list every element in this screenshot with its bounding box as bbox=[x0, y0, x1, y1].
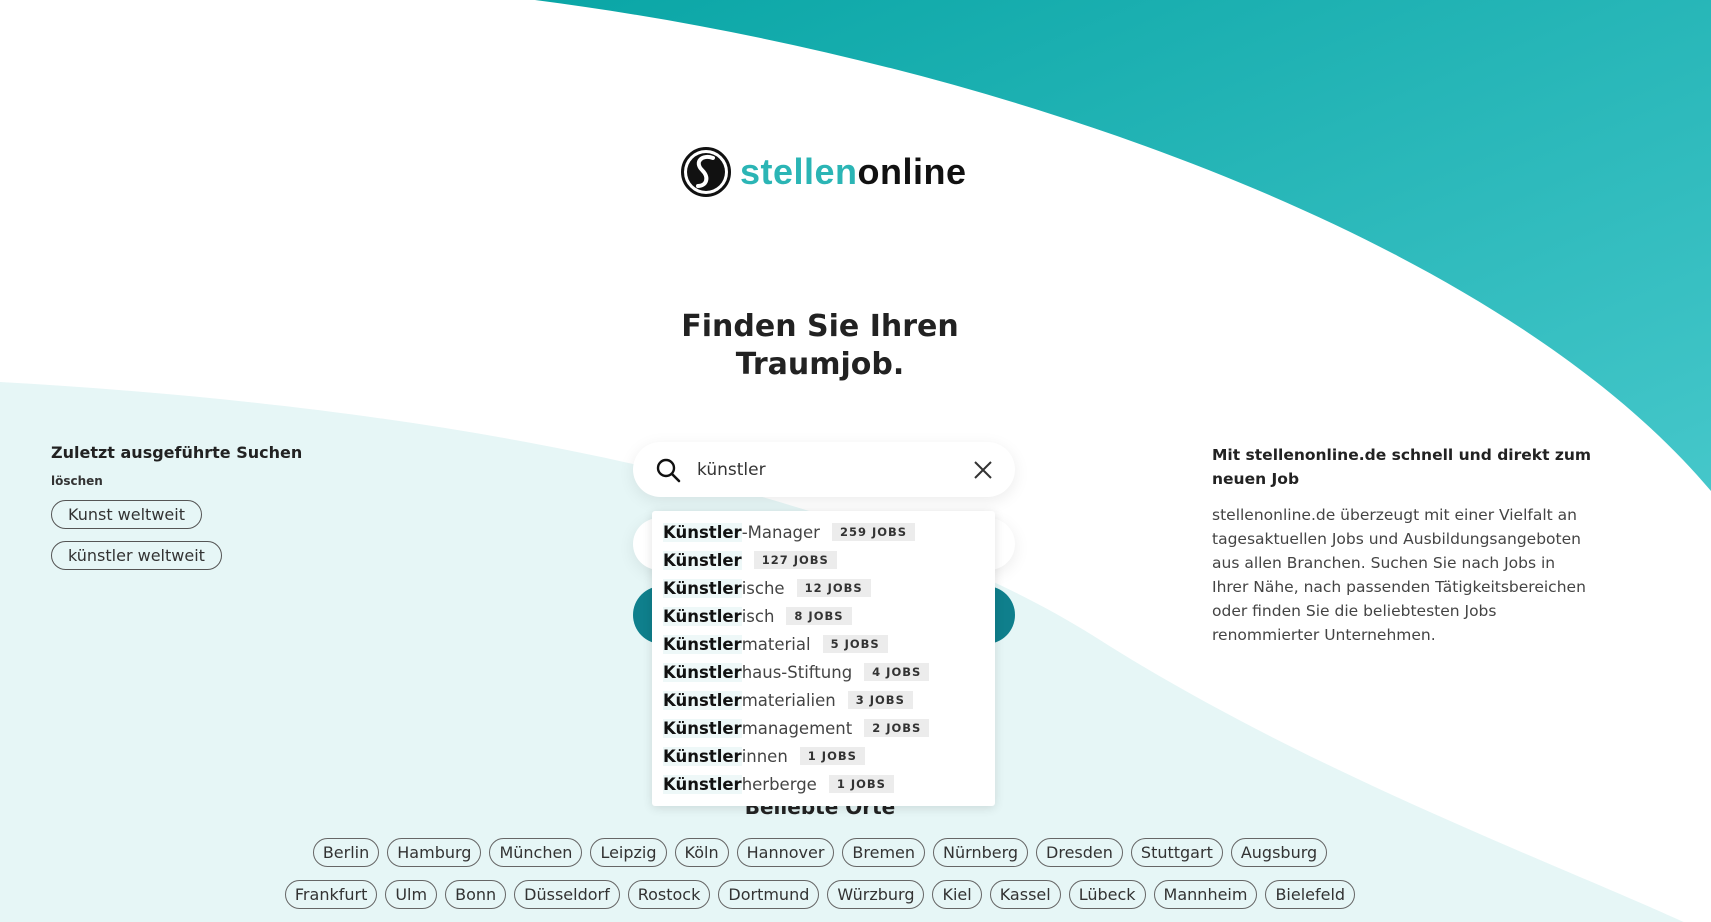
place-pill[interactable]: Kassel bbox=[989, 880, 1061, 909]
place-pill[interactable]: Bonn bbox=[445, 880, 507, 909]
suggestion-rest: haus-Stiftung bbox=[741, 662, 853, 682]
suggestion-item[interactable]: Künstler ische 12 JOBS bbox=[652, 574, 995, 602]
suggestion-item[interactable]: Künstler 127 JOBS bbox=[652, 546, 995, 574]
suggestion-item[interactable]: Künstler material 5 JOBS bbox=[652, 630, 995, 658]
job-count-badge: 5 JOBS bbox=[822, 635, 888, 653]
suggestion-match: Künstler bbox=[663, 690, 742, 710]
places-row: Berlin Hamburg München Leipzig Köln Hannover B… bbox=[0, 838, 1640, 867]
suggestion-match: Künstler bbox=[663, 606, 742, 626]
search-icon[interactable] bbox=[655, 457, 681, 483]
recent-searches-title: Zuletzt ausgeführte Suchen bbox=[51, 443, 303, 462]
place-pill[interactable]: Ulm bbox=[385, 880, 438, 909]
logo-text: stellenonline bbox=[740, 151, 967, 193]
place-pill[interactable]: Stuttgart bbox=[1130, 838, 1223, 867]
logo-text-part2: online bbox=[857, 151, 967, 192]
suggestion-rest: ische bbox=[741, 578, 785, 598]
suggestion-match: Künstler bbox=[663, 662, 742, 682]
place-pill[interactable]: Köln bbox=[674, 838, 729, 867]
place-pill[interactable]: Dortmund bbox=[718, 880, 820, 909]
place-pill[interactable]: Bremen bbox=[842, 838, 926, 867]
suggestion-match: Künstler bbox=[663, 578, 742, 598]
info-text: stellenonline.de überzeugt mit einer Vie… bbox=[1212, 506, 1586, 644]
suggestion-item[interactable]: Künstler haus-Stiftung 4 JOBS bbox=[652, 658, 995, 686]
recent-search-item[interactable]: künstler weltweit bbox=[51, 541, 222, 570]
close-icon[interactable] bbox=[973, 460, 993, 480]
job-count-badge: 1 JOBS bbox=[828, 775, 894, 793]
place-pill[interactable]: Kiel bbox=[932, 880, 982, 909]
page-title-line1: Finden Sie Ihren bbox=[681, 309, 959, 344]
logo-text-part1: stellen bbox=[740, 151, 858, 192]
job-count-badge: 259 JOBS bbox=[831, 523, 916, 541]
job-count-badge: 8 JOBS bbox=[786, 607, 852, 625]
place-pill[interactable]: Lübeck bbox=[1068, 880, 1146, 909]
suggestion-match: Künstler bbox=[663, 774, 742, 794]
job-count-badge: 4 JOBS bbox=[864, 663, 930, 681]
suggestion-rest: management bbox=[741, 718, 853, 738]
suggestions-dropdown: Künstler -Manager 259 JOBS Künstler 127 JOBS… bbox=[652, 511, 995, 806]
info-panel: Mit stellenonline.de schnell und direkt … bbox=[1212, 443, 1592, 647]
suggestion-item[interactable]: Künstler -Manager 259 JOBS bbox=[652, 518, 995, 546]
job-count-badge: 2 JOBS bbox=[864, 719, 930, 737]
places-row: Frankfurt Ulm Bonn Düsseldorf Rostock Dortmun… bbox=[0, 880, 1640, 909]
suggestion-item[interactable]: Künstler management 2 JOBS bbox=[652, 714, 995, 742]
job-count-badge: 12 JOBS bbox=[796, 579, 871, 597]
page-title: Finden Sie Ihren Traumjob. bbox=[560, 308, 1080, 384]
suggestion-item[interactable]: Künstler isch 8 JOBS bbox=[652, 602, 995, 630]
suggestion-rest: materialien bbox=[741, 690, 836, 710]
suggestion-match: Künstler bbox=[663, 550, 742, 570]
suggestion-rest: -Manager bbox=[741, 522, 820, 542]
clear-recent-link[interactable]: löschen bbox=[51, 474, 302, 488]
logo[interactable]: stellenonline bbox=[680, 145, 967, 199]
search-input[interactable] bbox=[695, 458, 959, 481]
search-bar bbox=[633, 442, 1015, 497]
suggestion-rest: innen bbox=[741, 746, 788, 766]
suggestion-rest: isch bbox=[741, 606, 775, 626]
place-pill[interactable]: Frankfurt bbox=[284, 880, 378, 909]
info-title: Mit stellenonline.de schnell und direkt … bbox=[1212, 446, 1592, 488]
job-count-badge: 3 JOBS bbox=[847, 691, 913, 709]
place-pill[interactable]: Düsseldorf bbox=[514, 880, 620, 909]
place-pill[interactable]: Nürnberg bbox=[933, 838, 1029, 867]
stellenonline-s-logo-icon bbox=[681, 147, 731, 197]
place-pill[interactable]: Hamburg bbox=[387, 838, 482, 867]
teal-swoosh bbox=[535, 0, 1711, 491]
job-count-badge: 1 JOBS bbox=[799, 747, 865, 765]
suggestion-match: Künstler bbox=[663, 522, 742, 542]
recent-searches: Zuletzt ausgeführte Suchen löschen Kunst… bbox=[51, 443, 302, 570]
place-pill[interactable]: Bielefeld bbox=[1265, 880, 1356, 909]
suggestion-match: Künstler bbox=[663, 718, 742, 738]
place-pill[interactable]: München bbox=[489, 838, 583, 867]
job-count-badge: 127 JOBS bbox=[753, 551, 837, 569]
suggestion-rest: herberge bbox=[741, 774, 817, 794]
suggestion-item[interactable]: Künstler herberge 1 JOBS bbox=[652, 770, 995, 798]
suggestion-match: Künstler bbox=[663, 634, 742, 654]
suggestion-item[interactable]: Künstler innen 1 JOBS bbox=[652, 742, 995, 770]
recent-search-item[interactable]: Kunst weltweit bbox=[51, 500, 202, 529]
place-pill[interactable]: Rostock bbox=[627, 880, 711, 909]
place-pill[interactable]: Berlin bbox=[312, 838, 380, 867]
place-pill[interactable]: Augsburg bbox=[1230, 838, 1328, 867]
place-pill[interactable]: Mannheim bbox=[1153, 880, 1258, 909]
suggestion-item[interactable]: Künstler materialien 3 JOBS bbox=[652, 686, 995, 714]
place-pill[interactable]: Leipzig bbox=[590, 838, 667, 867]
suggestion-rest: material bbox=[741, 634, 811, 654]
page-title-line2: Traumjob. bbox=[735, 347, 905, 382]
place-pill[interactable]: Dresden bbox=[1036, 838, 1123, 867]
place-pill[interactable]: Hannover bbox=[736, 838, 835, 867]
place-pill[interactable]: Würzburg bbox=[827, 880, 925, 909]
suggestion-match: Künstler bbox=[663, 746, 742, 766]
